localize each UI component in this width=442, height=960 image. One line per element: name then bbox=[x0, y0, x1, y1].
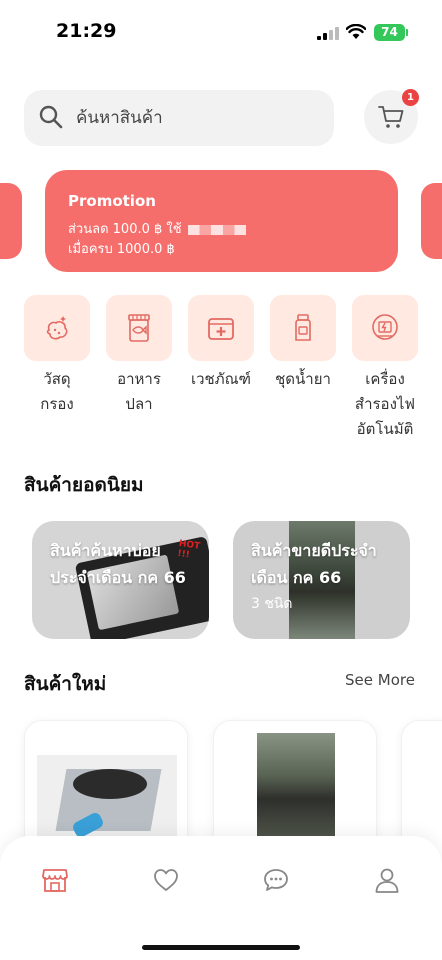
popular-card-subtext: 3 ชนิด bbox=[251, 596, 293, 612]
popular-card-best-selling[interactable]: สินค้าขายดีประจำเดือน กค 66 3 ชนิด bbox=[233, 521, 410, 639]
promo-card-previous[interactable] bbox=[0, 183, 22, 259]
profile-icon bbox=[375, 868, 399, 893]
category-fish-food[interactable]: อาหาร ปลา bbox=[106, 295, 172, 413]
category-filter-media[interactable]: วัสดุ กรอง bbox=[24, 295, 90, 413]
nav-chat[interactable] bbox=[262, 866, 290, 894]
nav-favorites[interactable] bbox=[152, 866, 180, 894]
promo-condition-line: เมื่อครบ 1000.0 ฿ bbox=[68, 242, 175, 257]
filter-media-icon bbox=[46, 316, 68, 340]
fish-food-icon bbox=[128, 314, 150, 342]
shop-icon bbox=[42, 869, 68, 892]
nav-profile[interactable] bbox=[373, 866, 401, 894]
popular-card-text: สินค้าค้นหาบ่อยประจำเดือน กค 66 bbox=[50, 541, 186, 587]
promo-card[interactable]: Promotion ส่วนลด 100.0 ฿ ใช้ เมื่อครบ 10… bbox=[45, 170, 398, 272]
bottom-navigation bbox=[0, 836, 442, 960]
heart-icon bbox=[154, 869, 178, 891]
cart-button[interactable]: 1 bbox=[364, 89, 419, 144]
search-bar[interactable] bbox=[24, 90, 334, 146]
category-label: เครื่อง สำรองไฟ อัตโนมัติ bbox=[354, 370, 416, 438]
category-icon-box bbox=[270, 295, 336, 361]
promo-card-next[interactable] bbox=[421, 183, 442, 259]
popular-section-title: สินค้ายอดนิยม bbox=[24, 474, 144, 496]
status-time: 21:29 bbox=[56, 20, 117, 42]
new-products-title: สินค้าใหม่ bbox=[24, 673, 107, 695]
backup-power-icon bbox=[372, 314, 398, 340]
category-icon-box bbox=[188, 295, 254, 361]
medicine-box-icon bbox=[208, 318, 234, 340]
nav-shop[interactable] bbox=[41, 866, 69, 894]
search-input[interactable] bbox=[76, 90, 326, 146]
test-kit-bottle-icon bbox=[295, 314, 311, 341]
chat-icon bbox=[264, 869, 288, 891]
status-bar: 21:29 74 bbox=[0, 0, 442, 64]
home-indicator[interactable] bbox=[142, 945, 300, 950]
category-backup-power[interactable]: เครื่อง สำรองไฟ อัตโนมัติ bbox=[352, 295, 418, 438]
see-more-link[interactable]: See More bbox=[345, 671, 415, 689]
category-test-kit[interactable]: ชุดน้ำยา bbox=[270, 295, 336, 388]
cellular-signal-icon bbox=[317, 27, 339, 40]
category-icon-box bbox=[352, 295, 418, 361]
search-icon bbox=[39, 105, 63, 129]
category-icon-box bbox=[24, 295, 90, 361]
popular-card-text: สินค้าขายดีประจำเดือน กค 66 bbox=[251, 541, 377, 587]
promo-redacted bbox=[187, 224, 246, 235]
promo-discount-line: ส่วนลด 100.0 ฿ ใช้ bbox=[68, 218, 246, 239]
category-medicine[interactable]: เวชภัณฑ์ bbox=[188, 295, 254, 388]
cart-icon bbox=[378, 106, 404, 128]
popular-card-most-searched[interactable]: HOT !!! สินค้าค้นหาบ่อยประจำเดือน กค 66 bbox=[32, 521, 209, 639]
promo-discount-text: ส่วนลด 100.0 ฿ ใช้ bbox=[68, 222, 182, 237]
cart-badge: 1 bbox=[402, 89, 419, 106]
battery-indicator: 74 bbox=[374, 24, 408, 41]
product-photo bbox=[257, 733, 335, 853]
category-icon-box bbox=[106, 295, 172, 361]
wifi-icon bbox=[346, 24, 366, 39]
promo-title: Promotion bbox=[68, 192, 156, 210]
